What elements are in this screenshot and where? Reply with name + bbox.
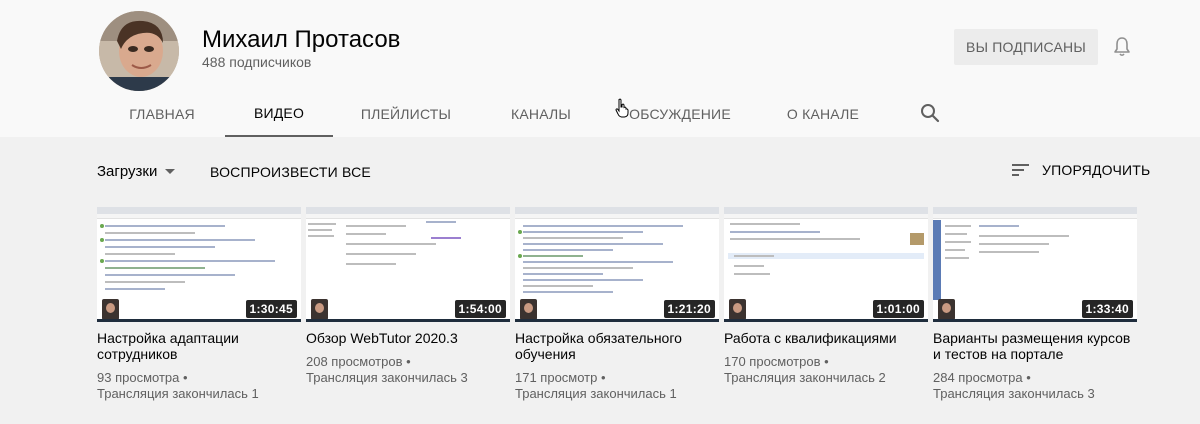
video-duration: 1:30:45 [245,300,297,318]
thumbnail-browser-bar [97,207,301,214]
video-status: Трансляция закончилась 2 [724,370,886,385]
thumbnail-url-bar [97,214,301,219]
video-thumbnail[interactable]: 1:01:00 [724,207,928,322]
thumbnail-url-bar [933,214,1137,219]
video-title[interactable]: Настройка обязательного обучения [515,330,719,362]
video-title[interactable]: Варианты размещения курсов и тестов на п… [933,330,1137,362]
webcam-overlay [520,299,537,320]
video-card[interactable]: 1:01:00 Работа с квалификациями 170 прос… [724,207,928,386]
video-duration: 1:54:00 [454,300,506,318]
video-meta: 208 просмотров • Трансляция закончилась … [306,354,510,386]
thumbnail-taskbar [724,319,928,322]
video-title[interactable]: Работа с квалификациями [724,330,928,346]
webcam-overlay [938,299,955,320]
uploads-label: Загрузки [97,163,158,180]
video-duration: 1:21:20 [663,300,715,318]
user-avatar-icon [99,11,179,91]
video-title[interactable]: Обзор WebTutor 2020.3 [306,330,510,346]
thumbnail-taskbar [515,319,719,322]
video-thumbnail[interactable]: 1:54:00 [306,207,510,322]
video-views: 93 просмотра [97,370,180,385]
thumbnail-url-bar [724,214,928,219]
uploads-dropdown[interactable]: Загрузки [97,163,176,180]
thumbnail-url-bar [306,214,510,219]
video-duration: 1:01:00 [872,300,924,318]
video-card[interactable]: 1:30:45 Настройка адаптации сотрудников … [97,207,301,402]
video-status: Трансляция закончилась 3 [306,370,468,385]
sort-button[interactable]: УПОРЯДОЧИТЬ [1012,162,1150,178]
video-title[interactable]: Настройка адаптации сотрудников [97,330,301,362]
video-meta: 284 просмотра • Трансляция закончилась 3 [933,370,1137,402]
subscribed-button[interactable]: ВЫ ПОДПИСАНЫ [954,29,1098,65]
video-duration: 1:33:40 [1081,300,1133,318]
tab-home[interactable]: ГЛАВНАЯ [114,90,210,137]
hand-cursor-icon [615,98,629,118]
tab-videos[interactable]: ВИДЕО [225,90,333,137]
tab-channels[interactable]: КАНАЛЫ [494,90,588,137]
thumbnail-browser-bar [724,207,928,214]
notification-bell-icon[interactable] [1110,35,1134,59]
channel-avatar[interactable] [99,11,179,91]
channel-name: Михаил Протасов [202,26,401,53]
channel-header: Михаил Протасов 488 подписчиков ВЫ ПОДПИ… [0,0,1200,137]
subscriber-count: 488 подписчиков [202,54,312,70]
webcam-overlay [729,299,746,320]
video-views: 208 просмотров [306,354,403,369]
play-all-button[interactable]: ВОСПРОИЗВЕСТИ ВСЕ [210,164,371,180]
tab-playlists[interactable]: ПЛЕЙЛИСТЫ [348,90,464,137]
meta-separator: • [183,370,188,385]
video-status: Трансляция закончилась 1 [97,386,259,401]
thumbnail-browser-bar [933,207,1137,214]
video-views: 170 просмотров [724,354,821,369]
video-views: 284 просмотра [933,370,1023,385]
video-meta: 171 просмотр • Трансляция закончилась 1 [515,370,719,402]
meta-separator: • [1026,370,1031,385]
video-card[interactable]: 1:54:00 Обзор WebTutor 2020.3 208 просмо… [306,207,510,386]
video-meta: 93 просмотра • Трансляция закончилась 1 [97,370,301,402]
video-status: Трансляция закончилась 1 [515,386,677,401]
video-views: 171 просмотр [515,370,598,385]
tab-about[interactable]: О КАНАЛЕ [772,90,874,137]
video-meta: 170 просмотров • Трансляция закончилась … [724,354,928,386]
thumbnail-taskbar [933,319,1137,322]
meta-separator: • [824,354,829,369]
webcam-overlay [311,299,328,320]
video-thumbnail[interactable]: 1:21:20 [515,207,719,322]
chevron-down-icon [165,169,176,174]
video-thumbnail[interactable]: 1:30:45 [97,207,301,322]
video-card[interactable]: 1:33:40 Варианты размещения курсов и тес… [933,207,1137,402]
video-card[interactable]: 1:21:20 Настройка обязательного обучения… [515,207,719,402]
webcam-overlay [102,299,119,320]
thumbnail-url-bar [515,214,719,219]
thumbnail-taskbar [306,319,510,322]
thumbnail-taskbar [97,319,301,322]
meta-separator: • [601,370,606,385]
meta-separator: • [406,354,411,369]
sort-label: УПОРЯДОЧИТЬ [1042,162,1151,178]
video-status: Трансляция закончилась 3 [933,386,1095,401]
search-icon[interactable] [918,101,942,125]
video-toolbar: Загрузки ВОСПРОИЗВЕСТИ ВСЕ УПОРЯДОЧИТЬ [0,150,1200,194]
sort-icon [1012,164,1029,176]
thumbnail-browser-bar [515,207,719,214]
video-thumbnail[interactable]: 1:33:40 [933,207,1137,322]
tab-discussion[interactable]: ОБСУЖДЕНИЕ [618,90,742,137]
channel-tabs: ГЛАВНАЯ ВИДЕО ПЛЕЙЛИСТЫ КАНАЛЫ ОБСУЖДЕНИ… [0,90,1200,137]
thumbnail-browser-bar [306,207,510,214]
